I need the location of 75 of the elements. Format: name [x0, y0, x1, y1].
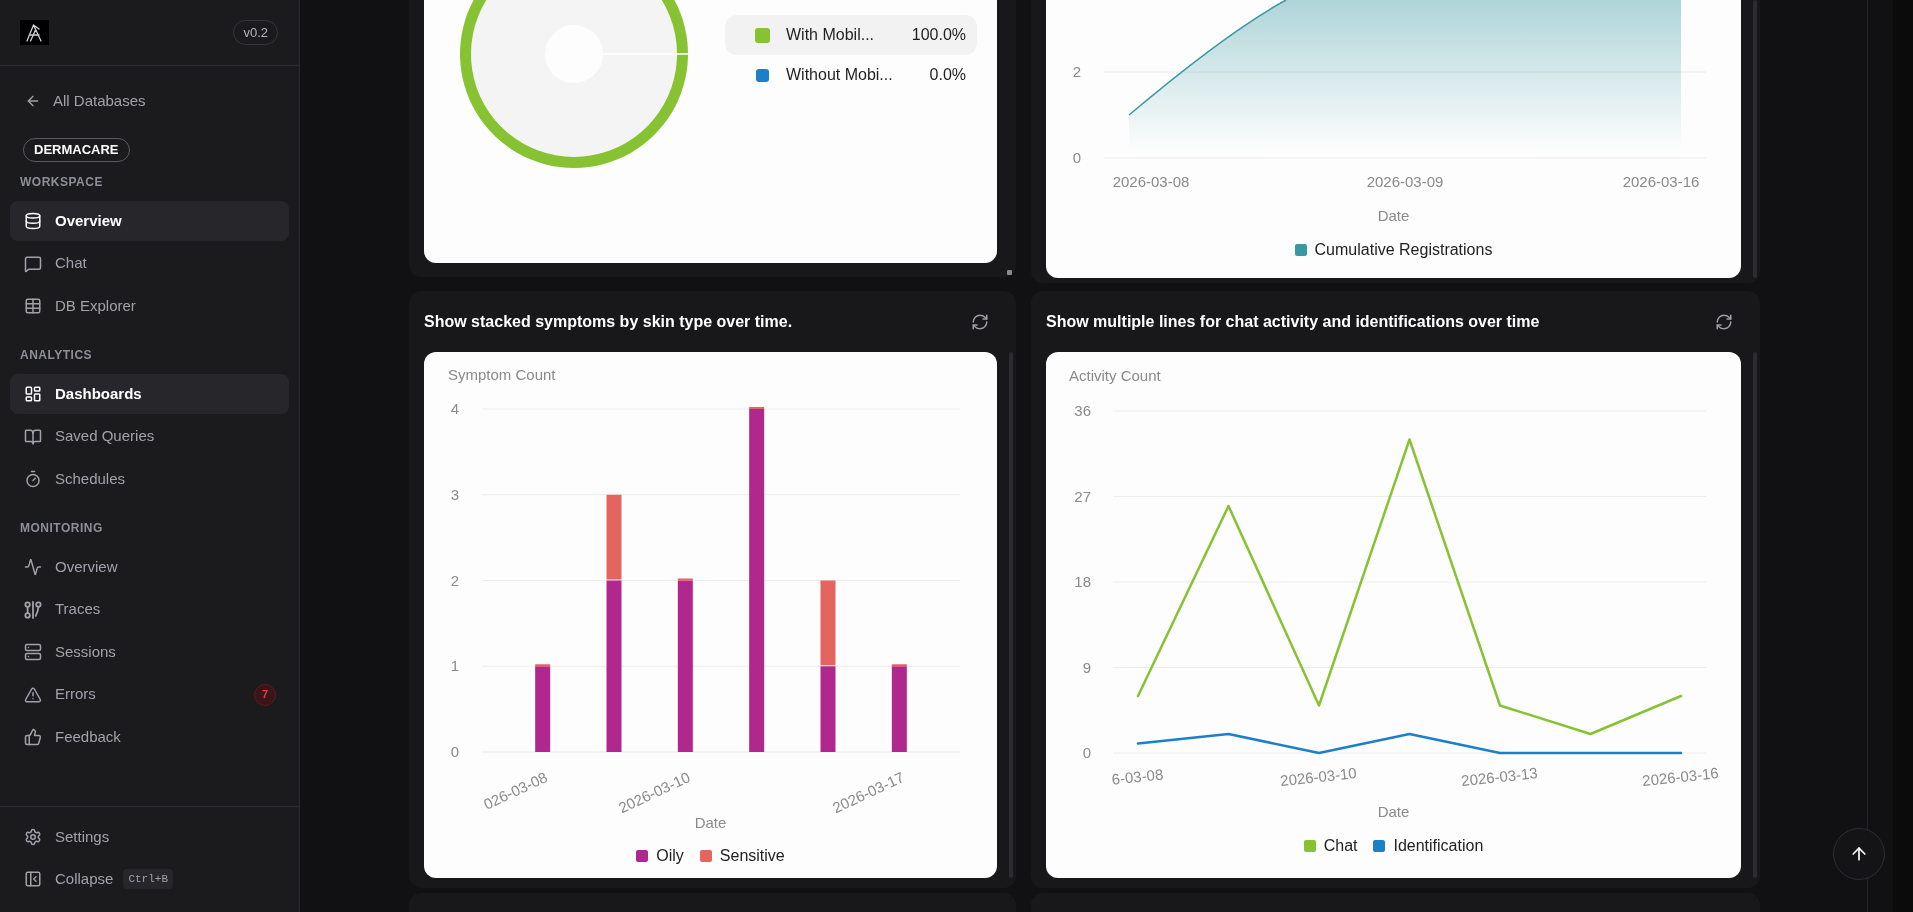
error-count-badge: 7	[254, 683, 276, 706]
legend-label: Without Mobi...	[786, 65, 893, 85]
nav-item[interactable]: Schedules	[10, 459, 289, 499]
x-tick-label: 2026-03-10	[1279, 764, 1358, 789]
legend-label: Sensitive	[719, 846, 785, 866]
x-tick-label: 2026-03-16	[1622, 173, 1700, 190]
legend-label: Chat	[1323, 836, 1358, 856]
thumbs-up-icon	[24, 728, 42, 746]
x-tick-label: 6-03-08	[1110, 765, 1164, 788]
y-tick-label: 27	[1074, 487, 1091, 505]
collapse-sidebar-icon	[24, 870, 42, 888]
nav-item[interactable]: Saved Queries	[10, 416, 289, 457]
shortcut-key: Ctrl+B	[123, 869, 173, 889]
server-icon	[24, 643, 42, 661]
section-label: MONITORING	[19, 520, 104, 536]
chat-bubble-icon	[24, 254, 42, 273]
branches-icon	[24, 600, 42, 619]
table-icon	[24, 297, 42, 315]
nav-item[interactable]: Sessions	[10, 632, 289, 672]
nav-item[interactable]: Traces	[10, 589, 289, 630]
settings-icon	[24, 828, 42, 846]
stopwatch-icon	[24, 470, 42, 488]
nav-item[interactable]: Dashboards	[10, 374, 289, 414]
y-tick-label: 2	[1072, 63, 1082, 80]
refresh-icon	[971, 312, 989, 331]
y-tick-label: 2	[450, 571, 460, 589]
nav-item[interactable]: Feedback	[10, 717, 289, 757]
x-tick-label: 2026-03-09	[1366, 173, 1444, 190]
footer-item[interactable]: Settings	[10, 817, 289, 857]
y-tick-label: 0	[1072, 149, 1082, 166]
x-axis-title: Date	[1377, 803, 1410, 820]
legend-label: Cumulative Registrations	[1314, 240, 1493, 260]
x-tick-label: 2026-03-16	[1641, 764, 1720, 789]
y-tick-label: 0	[450, 743, 460, 760]
nav-item[interactable]: Overview	[10, 201, 289, 241]
card-title: Show stacked symptoms by skin type over time.	[424, 311, 793, 332]
footer-item[interactable]: Collapse Ctrl+B	[10, 859, 289, 899]
nav-item[interactable]: Errors 7	[10, 674, 289, 715]
legend-row[interactable]: Without Mobi... 0.0%	[725, 55, 977, 95]
y-axis-title: Symptom Count	[448, 366, 556, 383]
y-tick-label: 36	[1074, 402, 1091, 419]
refresh-icon	[1715, 312, 1733, 331]
section-label: WORKSPACE	[19, 174, 104, 190]
y-tick-label: 9	[1082, 658, 1091, 676]
legend-label: With Mobil...	[786, 25, 874, 45]
dashboard-grid-icon	[24, 385, 42, 403]
nav-item[interactable]: DB Explorer	[10, 286, 289, 326]
x-axis-title: Date	[1377, 207, 1410, 224]
card-title: Show multiple lines for chat activity and identifications over time	[1046, 311, 1540, 332]
legend-percent: 0.0%	[929, 65, 966, 85]
warning-icon	[24, 685, 42, 704]
y-axis-title: Activity Count	[1069, 367, 1161, 384]
legend-percent: 100.0%	[911, 25, 966, 45]
resize-handle-icon[interactable]	[1007, 270, 1012, 275]
y-tick-label: 0	[1082, 744, 1091, 761]
nav-item[interactable]: Chat	[10, 243, 289, 284]
y-tick-label: 18	[1074, 573, 1091, 590]
database-icon	[24, 212, 42, 230]
legend-row[interactable]: With Mobil... 100.0%	[725, 15, 977, 55]
y-tick-label: 3	[450, 485, 460, 503]
legend-label: Identification	[1393, 836, 1484, 856]
book-icon	[24, 427, 42, 446]
legend-label: Oily	[656, 846, 684, 866]
x-tick-label: 2026-03-13	[1460, 764, 1539, 789]
section-label: ANALYTICS	[19, 347, 94, 363]
logo-icon[interactable]	[20, 20, 49, 45]
legend-swatch-icon	[1294, 244, 1307, 256]
scroll-to-top-button[interactable]	[1833, 828, 1885, 880]
y-tick-label: 1	[450, 657, 460, 675]
back-link[interactable]: All Databases	[10, 81, 289, 121]
x-axis-title: Date	[694, 814, 727, 831]
y-tick-label: 4	[450, 400, 460, 417]
pulse-icon	[24, 558, 42, 576]
nav-item[interactable]: Overview	[10, 547, 289, 587]
x-tick-label: 2026-03-08	[1112, 173, 1190, 190]
